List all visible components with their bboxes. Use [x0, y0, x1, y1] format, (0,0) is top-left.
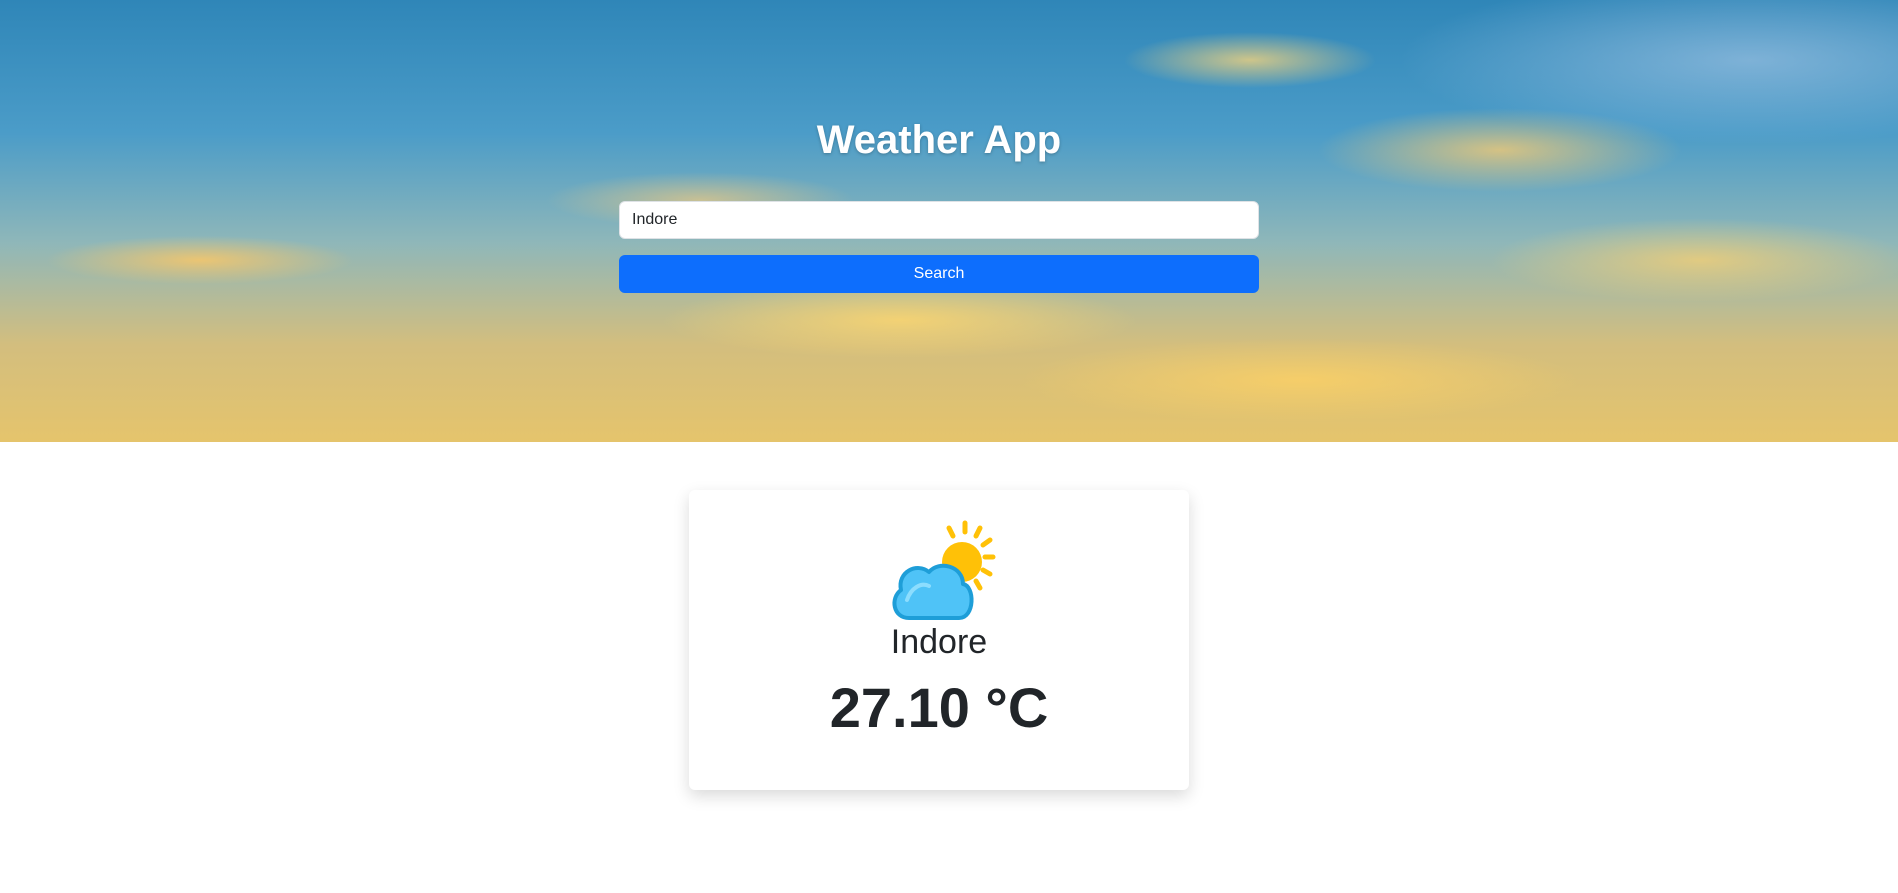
- search-button[interactable]: Search: [619, 255, 1259, 293]
- city-name: Indore: [890, 623, 988, 661]
- weather-card: Indore 27.10 °C: [689, 490, 1189, 790]
- search-input[interactable]: [619, 201, 1259, 239]
- hero-banner: Weather App Search: [0, 0, 1898, 442]
- cloud-sun-icon: [892, 520, 996, 620]
- page-title: Weather App: [816, 118, 1062, 162]
- temperature-value: 27.10 °C: [829, 676, 1049, 739]
